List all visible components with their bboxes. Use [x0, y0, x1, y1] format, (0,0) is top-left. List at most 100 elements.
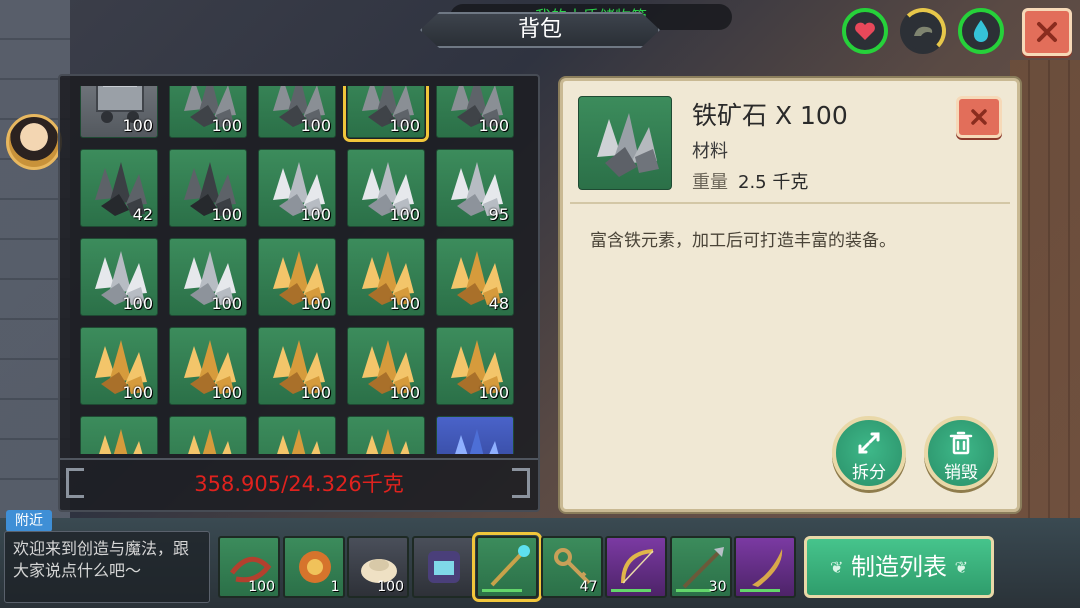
hunger-indicator: [900, 8, 946, 54]
inventory-slot[interactable]: 100: [343, 86, 429, 142]
avatar[interactable]: [6, 114, 62, 170]
inventory-slot[interactable]: 100: [347, 238, 425, 316]
split-icon: [858, 432, 880, 454]
close-icon: [971, 109, 987, 125]
item-weight-label: 重量: [692, 172, 728, 193]
gold-ore-icon: [188, 429, 232, 454]
inventory-slot[interactable]: 100: [169, 238, 247, 316]
slot-quantity: 100: [248, 579, 275, 595]
hotbar-slot[interactable]: [411, 536, 474, 598]
destroy-button[interactable]: 销毁: [924, 416, 998, 490]
water-drop-icon: [973, 20, 989, 42]
gold-ore-icon: [277, 429, 321, 454]
slot-quantity: 100: [389, 116, 420, 135]
chat-input[interactable]: 欢迎来到创造与魔法，跟大家说点什么吧～: [4, 531, 210, 603]
iron-ore-icon: [597, 113, 659, 177]
detail-close-button[interactable]: [956, 96, 1002, 138]
inventory-slot[interactable]: [347, 416, 425, 454]
close-icon: [1037, 22, 1057, 42]
gold-ore-icon: [99, 429, 143, 454]
slot-quantity: 100: [122, 116, 153, 135]
slot-quantity: 100: [300, 116, 331, 135]
inventory-slot[interactable]: 48: [436, 238, 514, 316]
gold-ore-icon: [366, 429, 410, 454]
inventory-slot[interactable]: 100: [169, 86, 247, 138]
scene-wall: [1010, 60, 1080, 530]
inventory-slot[interactable]: 100: [258, 238, 336, 316]
inventory-slot[interactable]: 100: [80, 238, 158, 316]
inventory-slot[interactable]: 100: [169, 149, 247, 227]
slot-quantity: 100: [211, 294, 242, 313]
hotbar-slot[interactable]: [472, 532, 542, 602]
blade-icon: [752, 549, 783, 587]
slot-quantity: 100: [478, 116, 509, 135]
inventory-slot[interactable]: 100: [347, 149, 425, 227]
inventory-grid: 100 100 100 100 100 42 100 100 100 95 100 100 100 100…: [78, 86, 528, 454]
inventory-slot[interactable]: 100: [80, 327, 158, 405]
page-title: 背包: [420, 12, 660, 48]
slot-quantity: 100: [377, 579, 404, 595]
slot-quantity: 100: [300, 383, 331, 402]
inventory-slot[interactable]: 100: [436, 86, 514, 138]
health-indicator: [842, 8, 888, 54]
slot-quantity: 100: [389, 383, 420, 402]
inventory-slot[interactable]: 100: [80, 86, 158, 138]
inventory-slot[interactable]: [436, 416, 514, 454]
inventory-slot[interactable]: 100: [169, 327, 247, 405]
inventory-slot[interactable]: [258, 416, 336, 454]
split-label: 拆分: [852, 463, 886, 483]
durability-bar: [740, 589, 780, 592]
carry-weight: 358.905/24.326千克: [194, 472, 404, 496]
craft-list-label: 制造列表: [851, 553, 947, 581]
slot-quantity: 100: [478, 383, 509, 402]
slot-quantity: 100: [211, 383, 242, 402]
hotbar-slot[interactable]: [605, 536, 667, 598]
blue-ore-icon: [455, 429, 499, 454]
craft-list-button[interactable]: ❦ 制造列表 ❦: [804, 536, 994, 598]
hotbar-slot[interactable]: 47: [540, 536, 603, 598]
slot-quantity: 95: [488, 205, 509, 224]
hotbar-slot[interactable]: 1: [282, 536, 345, 598]
hotbar-slot[interactable]: 100: [218, 536, 280, 598]
staff-icon: [490, 545, 530, 587]
slot-quantity: 100: [389, 205, 420, 224]
inventory-slot[interactable]: 100: [436, 327, 514, 405]
trash-icon: [949, 431, 973, 455]
ornament-icon: ❦: [954, 558, 969, 577]
food-icon: [914, 26, 933, 36]
split-button[interactable]: 拆分: [832, 416, 906, 490]
durability-bar: [611, 589, 651, 592]
inventory-slot[interactable]: [169, 416, 247, 454]
durability-bar: [482, 589, 522, 592]
inventory-slot[interactable]: 42: [80, 149, 158, 227]
slot-quantity: 100: [211, 205, 242, 224]
slot-quantity: 1: [330, 579, 340, 595]
slot-quantity: 100: [300, 205, 331, 224]
hotbar-slot[interactable]: 100: [347, 536, 409, 598]
inventory-slot[interactable]: [80, 416, 158, 454]
slot-quantity: 48: [488, 294, 509, 313]
inventory-slot[interactable]: 95: [436, 149, 514, 227]
ornament-icon: ❦: [829, 558, 844, 577]
heart-icon: [855, 22, 875, 40]
item-weight-value: 2.5 千克: [738, 172, 809, 193]
close-button[interactable]: [1022, 8, 1072, 56]
hotbar-slot[interactable]: [734, 536, 796, 598]
backpack-icon: [427, 551, 460, 583]
slot-quantity: 100: [211, 116, 242, 135]
slot-quantity: 30: [708, 579, 727, 595]
inventory-slot[interactable]: 100: [347, 327, 425, 405]
item-description: 富含铁元素，加工后可打造丰富的装备。: [590, 231, 896, 251]
thirst-indicator: [958, 8, 1004, 54]
inventory-slot[interactable]: 100: [258, 327, 336, 405]
inventory-slot[interactable]: 100: [258, 86, 336, 138]
slot-quantity: 42: [132, 205, 153, 224]
slot-quantity: 100: [389, 294, 420, 313]
slot-quantity: 100: [122, 294, 153, 313]
slot-quantity: 100: [122, 383, 153, 402]
inventory-slot[interactable]: 100: [258, 149, 336, 227]
item-name: 铁矿石 X 100: [692, 101, 848, 130]
hotbar-slot[interactable]: 30: [669, 536, 732, 598]
destroy-label: 销毁: [944, 463, 978, 483]
chat-tab-nearby[interactable]: 附近: [6, 510, 52, 532]
